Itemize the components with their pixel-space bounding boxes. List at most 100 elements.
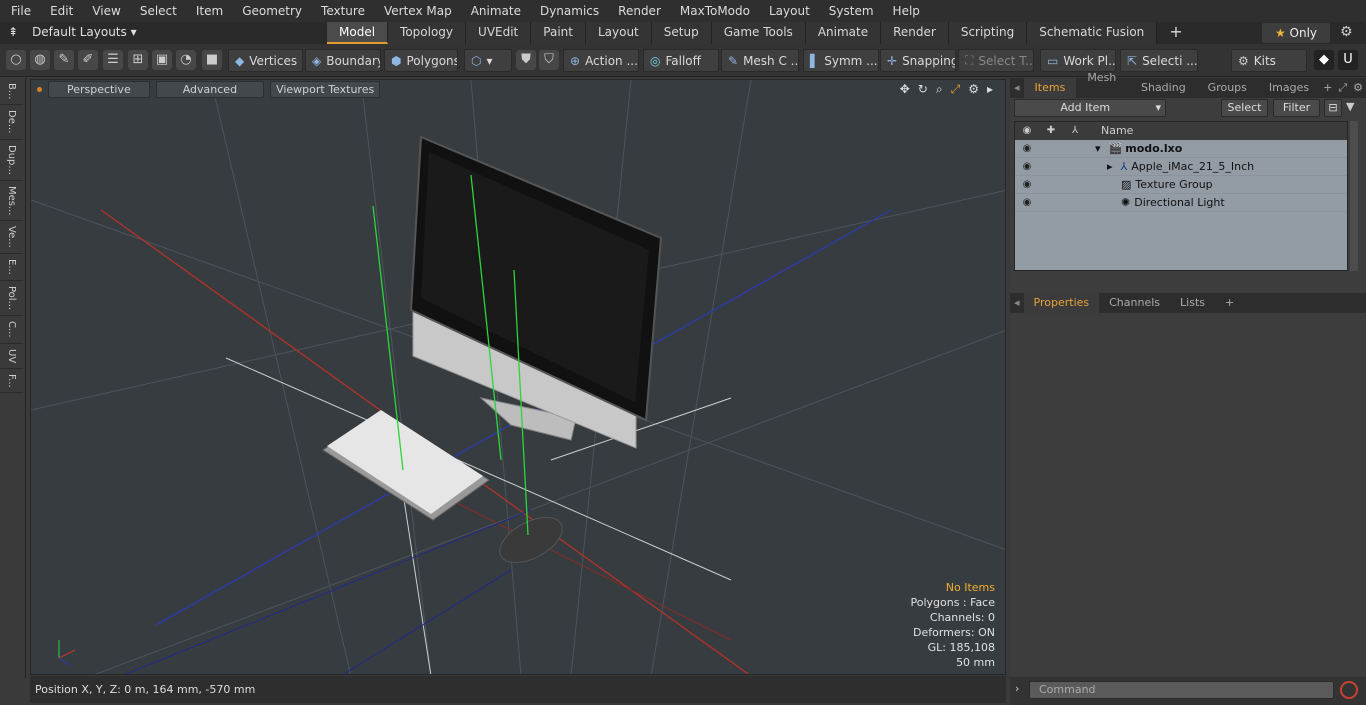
menu-render[interactable]: Render xyxy=(607,4,669,18)
tab-channels[interactable]: Channels xyxy=(1099,293,1170,313)
tab-images[interactable]: Images xyxy=(1258,78,1320,98)
tree-row[interactable]: ◉ ▸ ⅄ Apple_iMac_21_5_Inch xyxy=(1015,158,1347,176)
viewport-gear-icon[interactable]: ⚙ xyxy=(968,82,979,97)
menu-select[interactable]: Select xyxy=(129,4,185,18)
globe-icon[interactable]: ◍ xyxy=(30,50,50,70)
menu-layout[interactable]: Layout xyxy=(758,4,818,18)
visibility-eye-icon[interactable]: ◉ xyxy=(1015,197,1039,208)
tab-paint[interactable]: Paint xyxy=(531,22,586,44)
left-tab-basic[interactable]: B... xyxy=(0,78,23,106)
snapping-button[interactable]: ✛ Snapping xyxy=(880,49,956,72)
menu-vertex-map[interactable]: Vertex Map xyxy=(373,4,460,18)
square-icon[interactable]: ▣ xyxy=(152,50,172,70)
menu-item[interactable]: Item xyxy=(185,4,231,18)
layout-dropdown[interactable]: ⇞ Default Layouts ▾ xyxy=(8,25,137,39)
menu-system[interactable]: System xyxy=(818,4,882,18)
maximize-icon[interactable]: ⤢ xyxy=(951,82,961,97)
left-tab-curve[interactable]: C... xyxy=(0,316,23,344)
left-tab-uv[interactable]: UV xyxy=(0,344,23,369)
tree-row[interactable]: ◉ ▨ Texture Group xyxy=(1015,176,1347,194)
selection-sets-button[interactable]: ⇱ Selecti ... xyxy=(1120,49,1198,72)
menu-texture[interactable]: Texture xyxy=(310,4,373,18)
add-props-tab-icon[interactable]: + xyxy=(1215,293,1244,313)
shading-dropdown[interactable]: Advanced xyxy=(155,80,265,98)
menu-maxtomodo[interactable]: MaxToModo xyxy=(669,4,758,18)
cube-icon[interactable]: ■ xyxy=(202,50,222,70)
collapse-arrow-icon[interactable]: ▸ xyxy=(1087,160,1113,173)
move-icon[interactable]: ✥ xyxy=(900,82,910,97)
funnel-icon[interactable]: ▼ xyxy=(1346,100,1354,113)
clock-icon[interactable]: ◔ xyxy=(176,50,196,70)
menu-file[interactable]: File xyxy=(0,4,39,18)
keyboard-model[interactable] xyxy=(322,410,490,521)
unity-icon[interactable]: ◆ xyxy=(1314,50,1334,70)
record-icon[interactable] xyxy=(1340,681,1358,699)
command-input[interactable]: Command xyxy=(1029,681,1334,699)
pen-icon[interactable]: ✎ xyxy=(54,50,74,70)
tab-shading[interactable]: Shading xyxy=(1130,78,1197,98)
perspective-dropdown[interactable]: Perspective xyxy=(48,80,150,98)
collapse-arrow-icon[interactable]: ⇞ xyxy=(8,25,18,39)
lock-column-icon[interactable]: ✚ xyxy=(1039,122,1063,140)
item-mode-button[interactable]: ⬡ ▾ xyxy=(464,49,512,72)
tree-row[interactable]: ◉ ✺ Directional Light xyxy=(1015,194,1347,212)
grid-icon[interactable]: ⊞ xyxy=(128,50,148,70)
tab-animate[interactable]: Animate xyxy=(805,22,882,44)
left-tab-edge[interactable]: E... xyxy=(0,254,23,281)
tab-model[interactable]: Model xyxy=(327,22,389,44)
action-center-button[interactable]: ⊕ Action ... xyxy=(563,49,639,72)
filter-button[interactable]: Filter xyxy=(1273,99,1320,117)
collapse-icon[interactable]: ⊟ xyxy=(1324,99,1342,117)
shield-icon[interactable]: ⛊ xyxy=(516,50,536,70)
menu-animate[interactable]: Animate xyxy=(460,4,529,18)
visibility-column-icon[interactable]: ◉ xyxy=(1015,122,1039,140)
select-through-button[interactable]: ⛶ Select T... xyxy=(958,49,1034,72)
tree-scrollbar[interactable] xyxy=(1350,121,1358,271)
boundary-button[interactable]: ◈ Boundary xyxy=(305,49,381,72)
visibility-eye-icon[interactable]: ◉ xyxy=(1015,179,1039,190)
tab-game-tools[interactable]: Game Tools xyxy=(711,22,806,44)
menu-edit[interactable]: Edit xyxy=(39,4,81,18)
tab-lists[interactable]: Lists xyxy=(1170,293,1215,313)
left-tab-polygon[interactable]: Pol... xyxy=(0,281,23,316)
left-tab-duplicate[interactable]: Dup... xyxy=(0,140,23,181)
play-arrow-icon[interactable]: ▸ xyxy=(987,82,993,97)
tab-render[interactable]: Render xyxy=(881,22,949,44)
viewport-textures-dropdown[interactable]: Viewport Textures xyxy=(270,80,381,98)
props-menu-icon[interactable]: ◂ xyxy=(1010,293,1024,313)
tab-setup[interactable]: Setup xyxy=(651,22,712,44)
align-icon[interactable]: ☰ xyxy=(103,50,123,70)
left-tab-mesh-edit[interactable]: Mes... xyxy=(0,181,23,222)
circle-select-icon[interactable]: ○ xyxy=(6,50,26,70)
only-button[interactable]: ★ Only xyxy=(1262,23,1330,43)
select-button[interactable]: Select xyxy=(1221,99,1268,117)
tab-topology[interactable]: Topology xyxy=(388,22,467,44)
unreal-icon[interactable]: U xyxy=(1338,50,1358,70)
mesh-constraint-button[interactable]: ✎ Mesh C ... xyxy=(721,49,799,72)
brush-icon[interactable]: ✐ xyxy=(78,50,98,70)
add-panel-tab-icon[interactable]: + xyxy=(1320,78,1335,98)
tab-items[interactable]: Items xyxy=(1023,78,1077,98)
imac-model[interactable] xyxy=(409,135,663,449)
falloff-button[interactable]: ◎ Falloff xyxy=(643,49,719,72)
viewport-dot-icon[interactable] xyxy=(37,86,42,92)
tab-schematic-fusion[interactable]: Schematic Fusion xyxy=(1027,22,1158,44)
expand-icon[interactable]: ⤢ xyxy=(1335,78,1350,98)
menu-geometry[interactable]: Geometry xyxy=(231,4,310,18)
menu-view[interactable]: View xyxy=(81,4,128,18)
shield-alt-icon[interactable]: ⛉ xyxy=(539,50,559,70)
add-tab-button[interactable]: + xyxy=(1157,22,1194,44)
left-tab-vertex[interactable]: Ve... xyxy=(0,221,23,255)
symmetry-button[interactable]: ▌ Symm ... xyxy=(803,49,879,72)
visibility-eye-icon[interactable]: ◉ xyxy=(1015,143,1039,154)
polygons-button[interactable]: ⬢ Polygons xyxy=(384,49,458,72)
3d-viewport[interactable]: Perspective Advanced Viewport Textures ✥… xyxy=(30,79,1006,675)
tree-row[interactable]: ◉ ▾ 🎬 modo.lxo xyxy=(1015,140,1347,158)
expand-arrow-icon[interactable]: ▾ xyxy=(1087,142,1101,155)
left-tab-deform[interactable]: De... xyxy=(0,105,23,140)
panel-menu-icon[interactable]: ◂ xyxy=(1010,78,1024,98)
tab-scripting[interactable]: Scripting xyxy=(948,22,1028,44)
menu-dynamics[interactable]: Dynamics xyxy=(529,4,607,18)
axis-column-icon[interactable]: ⅄ xyxy=(1063,122,1087,140)
menu-help[interactable]: Help xyxy=(882,4,928,18)
